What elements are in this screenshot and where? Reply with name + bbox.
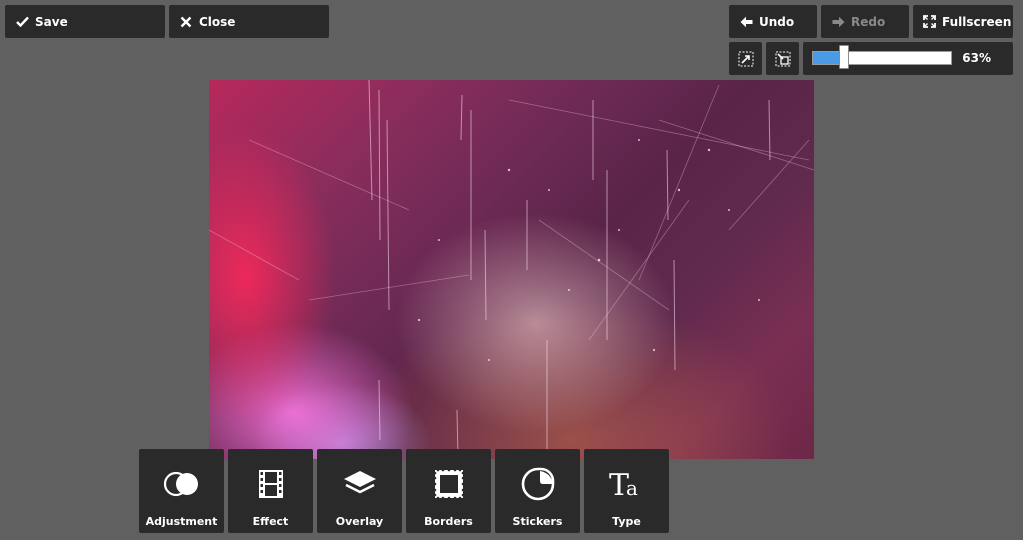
fullscreen-button[interactable]: Fullscreen bbox=[913, 5, 1013, 38]
save-button[interactable]: Save bbox=[5, 5, 165, 38]
zoom-slider-handle[interactable] bbox=[839, 45, 850, 69]
zoom-actual-icon bbox=[775, 51, 791, 67]
redo-button[interactable]: Redo bbox=[821, 5, 909, 38]
arrow-left-icon bbox=[739, 15, 753, 29]
close-button[interactable]: Close bbox=[169, 5, 329, 38]
text-type-icon: T a bbox=[607, 464, 647, 504]
save-label: Save bbox=[35, 14, 68, 29]
tool-borders[interactable]: Borders bbox=[406, 449, 491, 533]
adjustment-icon bbox=[162, 464, 202, 504]
zoom-slider[interactable]: 63% bbox=[803, 42, 1013, 75]
svg-text:a: a bbox=[626, 476, 638, 500]
undo-button[interactable]: Undo bbox=[729, 5, 817, 38]
checkmark-icon bbox=[15, 15, 29, 29]
zoom-slider-track[interactable] bbox=[812, 51, 952, 65]
zoom-actual-size-button[interactable] bbox=[766, 42, 799, 75]
sticker-icon bbox=[518, 464, 558, 504]
tool-adjustment[interactable]: Adjustment bbox=[139, 449, 224, 533]
close-icon bbox=[179, 15, 193, 29]
film-strip-icon bbox=[251, 464, 291, 504]
zoom-fit-icon bbox=[738, 51, 754, 67]
layers-icon bbox=[340, 464, 380, 504]
tool-type-label: Type bbox=[612, 515, 641, 528]
tool-stickers-label: Stickers bbox=[512, 515, 563, 528]
tool-overlay-label: Overlay bbox=[335, 515, 384, 528]
close-label: Close bbox=[199, 14, 236, 29]
tool-stickers[interactable]: Stickers bbox=[495, 449, 580, 533]
undo-label: Undo bbox=[759, 14, 795, 29]
grunge-texture bbox=[209, 80, 814, 459]
arrow-right-icon bbox=[831, 15, 845, 29]
zoom-fit-button[interactable] bbox=[729, 42, 762, 75]
photo-canvas[interactable] bbox=[209, 80, 814, 459]
tool-borders-label: Borders bbox=[424, 515, 473, 528]
fullscreen-label: Fullscreen bbox=[942, 14, 1012, 29]
stamp-border-icon bbox=[429, 464, 469, 504]
tool-effect[interactable]: Effect bbox=[228, 449, 313, 533]
zoom-percentage: 63% bbox=[962, 51, 991, 65]
tool-overlay[interactable]: Overlay bbox=[317, 449, 402, 533]
redo-label: Redo bbox=[851, 14, 886, 29]
tool-type[interactable]: T a Type bbox=[584, 449, 669, 533]
fullscreen-icon bbox=[922, 15, 936, 29]
tool-adjustment-label: Adjustment bbox=[145, 515, 218, 528]
tool-effect-label: Effect bbox=[252, 515, 289, 528]
